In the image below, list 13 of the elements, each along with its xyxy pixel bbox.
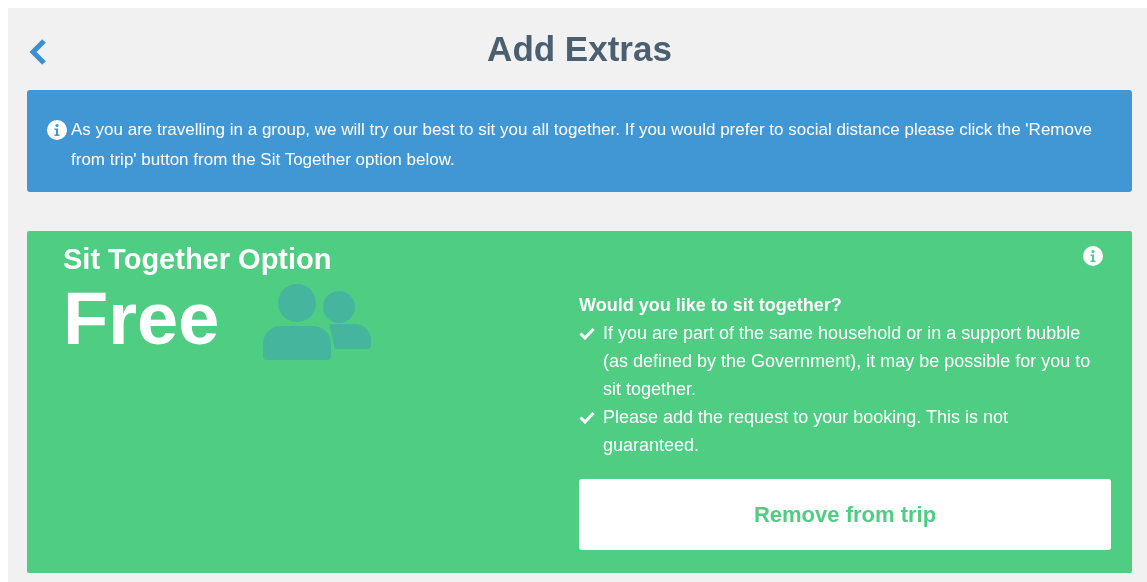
question-text: Would you like to sit together? — [579, 294, 843, 317]
remove-button[interactable]: Remove from trip — [579, 479, 1111, 550]
info-icon — [1083, 246, 1103, 266]
check-icon — [579, 411, 595, 424]
page-title: Add Extras — [487, 29, 672, 69]
benefit-text: Please add the request to your booking. This is not guaranteed. — [603, 406, 1009, 457]
benefit-text: If you are part of the same household or in a support bubble (as defined by the Government), it may be possible for you to sit together. — [603, 322, 1092, 401]
notice-text: As you are travelling in a group, we will try our best to sit you all together. If you would prefer to social distance please click the 'Remove from trip' button from the Sit Together option below. — [71, 119, 1093, 171]
price-text: Free — [63, 276, 220, 362]
info-icon — [47, 120, 67, 140]
people-icon — [263, 284, 372, 360]
option-title: Sit Together Option — [63, 243, 333, 276]
check-icon — [579, 327, 595, 340]
